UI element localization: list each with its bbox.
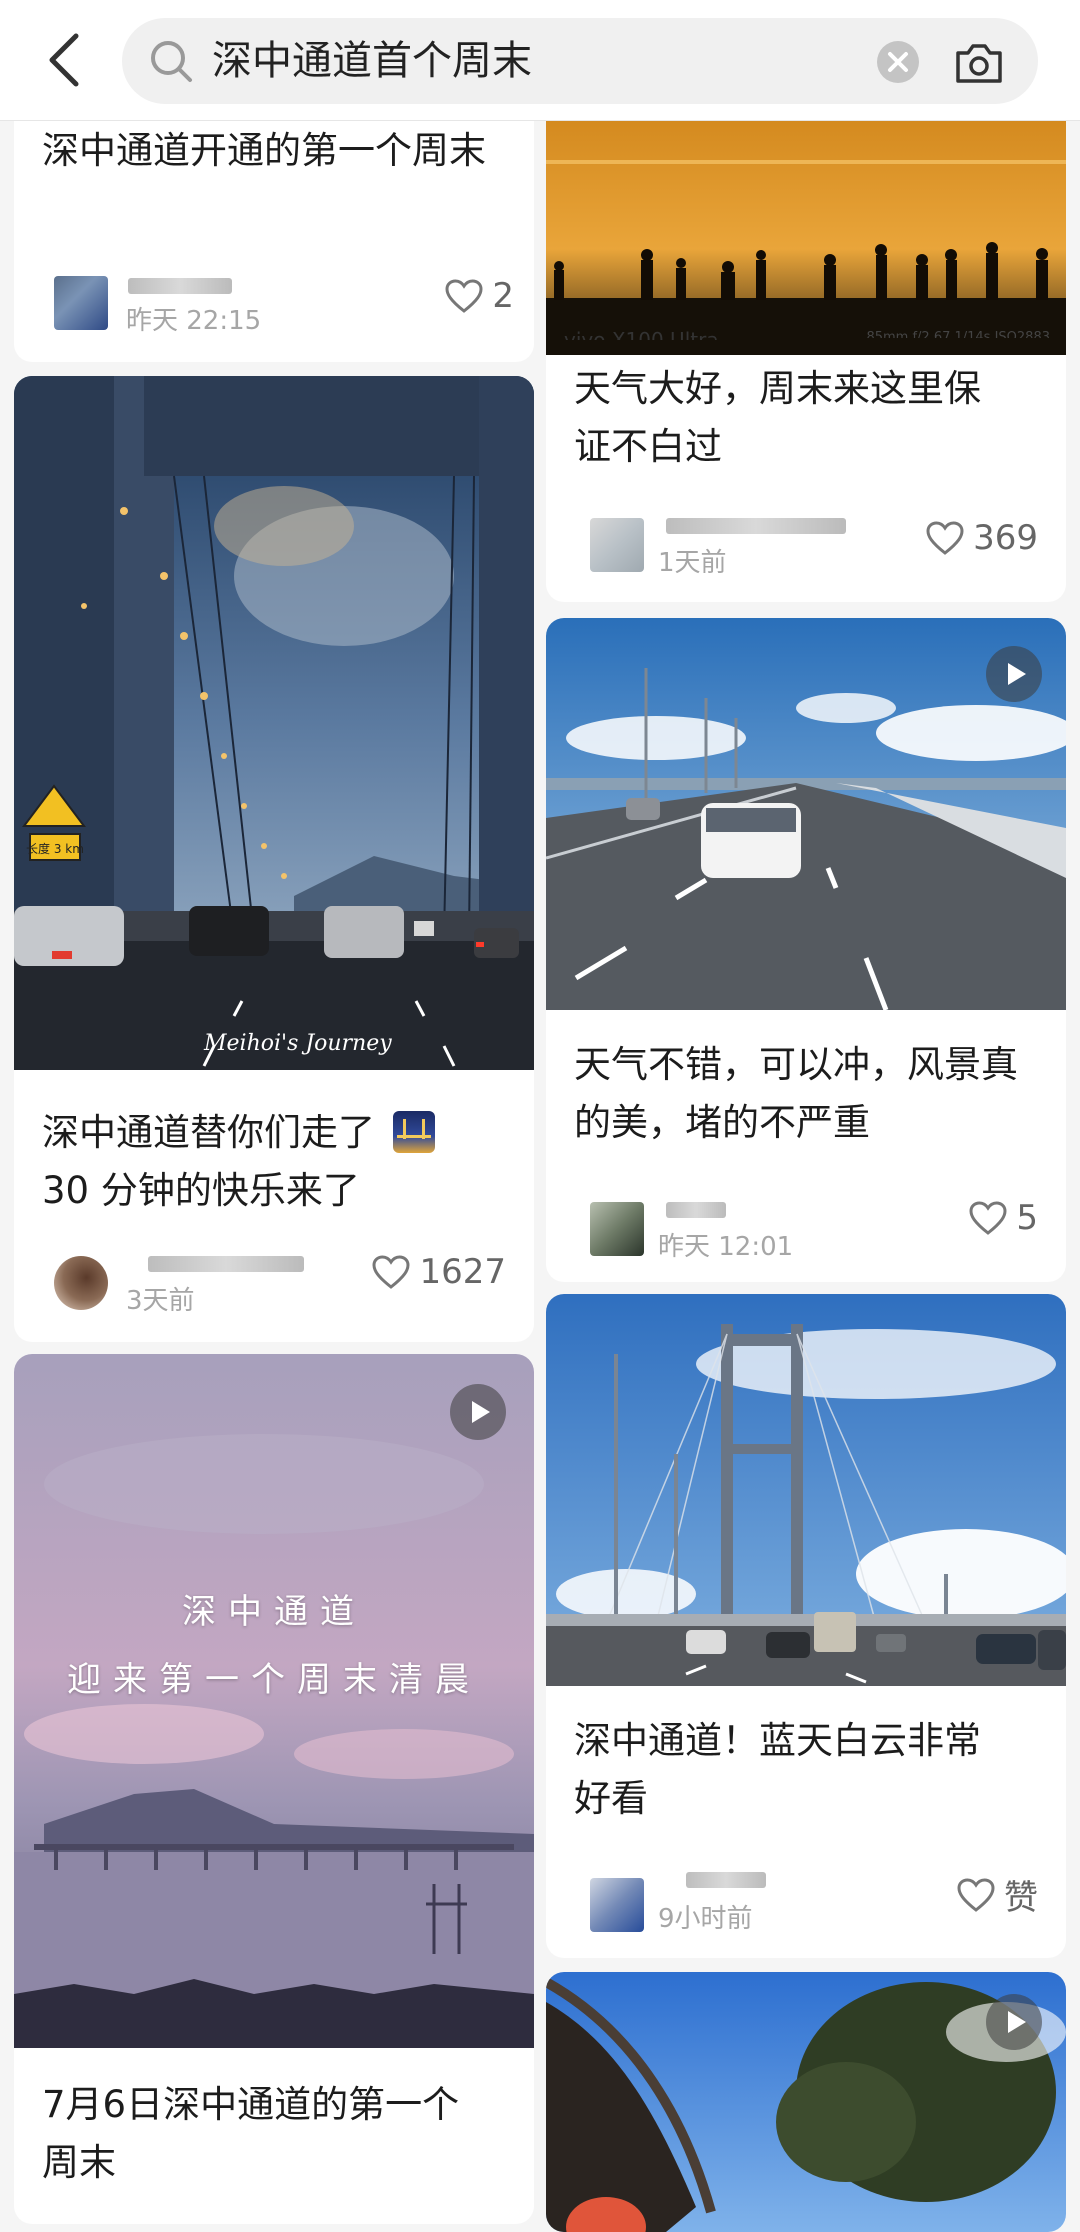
play-button[interactable] (986, 1994, 1042, 2050)
note-cover-image (546, 1294, 1066, 1686)
like-count: 5 (1016, 1198, 1038, 1238)
chevron-left-icon (49, 33, 79, 87)
like-button[interactable]: 5 (968, 1198, 1038, 1238)
note-cover-video (14, 1354, 534, 2048)
sign-text: 长度 3 km (26, 841, 84, 856)
play-icon (472, 1401, 490, 1423)
like-count: 1627 (419, 1252, 506, 1292)
search-input[interactable]: 深中通道首个周末 (122, 18, 1038, 104)
post-time: 1天前 (658, 548, 727, 578)
video-overlay-line1: 深中通道 (182, 1592, 366, 1632)
avatar[interactable] (54, 276, 108, 330)
author-name-blurred (128, 278, 232, 294)
like-button[interactable]: 赞 (956, 1870, 1038, 1919)
play-button[interactable] (450, 1384, 506, 1440)
avatar[interactable] (590, 1878, 644, 1932)
like-button[interactable]: 369 (925, 518, 1038, 558)
play-icon (1008, 663, 1026, 685)
note-card[interactable]: 天气不错，可以冲，风景真的美，堵的不严重 昨天 12:01 5 (546, 618, 1066, 1282)
note-card[interactable]: 深中通道！蓝天白云非常好看 9小时前 赞 (546, 1294, 1066, 1958)
like-count: 2 (492, 276, 514, 316)
post-time: 昨天 22:15 (126, 306, 262, 336)
note-title: 7月6日深中通道的第一个周末 (42, 2083, 460, 2184)
avatar[interactable] (54, 1256, 108, 1310)
note-card[interactable]: 长度 3 km Meihoi's Journey 深中通道替你们走了 30 分钟… (14, 376, 534, 1342)
note-title: 深中通道！蓝天白云非常好看 (574, 1719, 981, 1820)
camera-watermark-right: 85mm f/2.67 1/14s ISO2883 (866, 330, 1050, 338)
top-search-bar: 深中通道首个周末 (0, 0, 1080, 121)
note-title: 深中通道替你们走了 30 分钟的快乐来了 (42, 1104, 514, 1220)
heart-outline-icon (926, 521, 964, 555)
search-query: 深中通道首个周末 (212, 38, 532, 84)
camera-icon[interactable] (952, 36, 1006, 90)
avatar[interactable] (590, 1202, 644, 1256)
post-time: 3天前 (126, 1286, 195, 1316)
note-card[interactable]: vivo X100 Ultra 85mm f/2.67 1/14s ISO288… (546, 100, 1066, 602)
note-title: 深中通道开通的第一个周末 (42, 129, 486, 172)
author-name-blurred (666, 518, 846, 534)
heart-outline-icon (969, 1201, 1007, 1235)
note-title-line2: 30 分钟的快乐来了 (42, 1169, 360, 1212)
post-time: 9小时前 (658, 1904, 753, 1934)
author-name-blurred (148, 1256, 304, 1272)
author-name-blurred (686, 1872, 766, 1888)
note-cover-image: 长度 3 km (14, 376, 534, 1070)
note-title: 天气不错，可以冲，风景真的美，堵的不严重 (574, 1043, 1018, 1144)
note-card[interactable] (546, 1972, 1066, 2232)
heart-outline-icon (445, 279, 483, 313)
like-button[interactable]: 2 (444, 276, 514, 316)
bridge-at-night-icon (392, 1111, 435, 1153)
play-button[interactable] (986, 646, 1042, 702)
note-title: 天气大好，周末来这里保证不白过 (574, 367, 981, 468)
heart-outline-icon (957, 1877, 995, 1912)
note-card[interactable]: 深中通道开通的第一个周末 昨天 22:15 2 (14, 100, 534, 362)
search-icon (151, 41, 192, 82)
note-cover-image (546, 120, 1066, 355)
play-icon (1008, 2011, 1026, 2033)
video-overlay-line2: 迎来第一个周末清晨 (67, 1660, 481, 1700)
heart-outline-icon (372, 1255, 410, 1289)
photo-watermark: Meihoi's Journey (204, 1031, 392, 1056)
like-count: 369 (973, 518, 1038, 558)
note-title-line1: 深中通道替你们走了 (42, 1111, 375, 1154)
camera-watermark-left: vivo X100 Ultra (564, 328, 719, 340)
back-button[interactable] (40, 28, 90, 92)
close-circle-icon[interactable] (876, 40, 920, 84)
author-name-blurred (666, 1202, 726, 1218)
post-time: 昨天 12:01 (658, 1232, 794, 1262)
like-button[interactable]: 1627 (371, 1252, 506, 1292)
note-card[interactable]: 深中通道 迎来第一个周末清晨 7月6日深中通道的第一个周末 (14, 1354, 534, 2224)
avatar[interactable] (590, 518, 644, 572)
like-count: 赞 (1004, 1878, 1038, 1918)
